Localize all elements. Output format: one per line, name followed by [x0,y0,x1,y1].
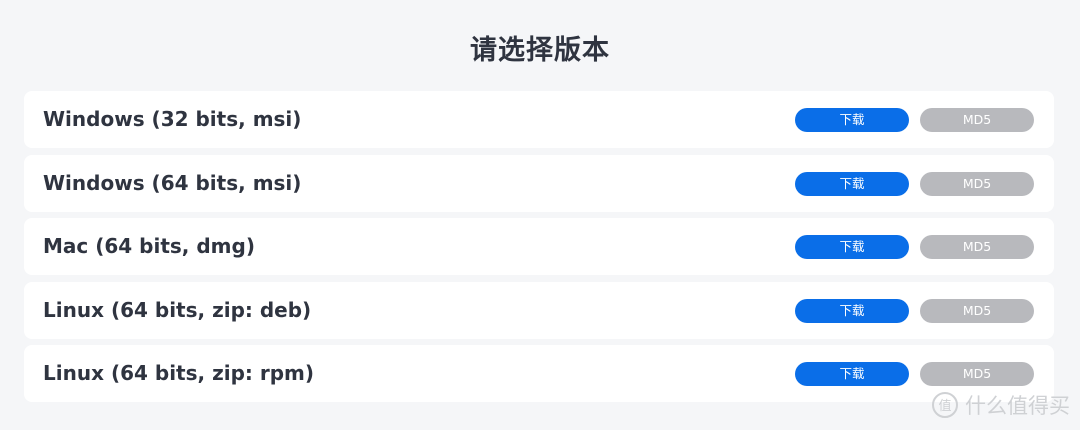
version-list: Windows (32 bits, msi) 下载 MD5 Windows (6… [24,91,1054,409]
version-row-linux-deb: Linux (64 bits, zip: deb) 下载 MD5 [24,281,1054,339]
version-label: Windows (32 bits, msi) [43,107,302,131]
md5-button[interactable]: MD5 [920,171,1034,196]
md5-button[interactable]: MD5 [920,298,1034,323]
download-button[interactable]: 下载 [795,362,909,386]
download-button[interactable]: 下载 [795,171,909,196]
version-row-windows-32: Windows (32 bits, msi) 下载 MD5 [24,91,1054,148]
download-button[interactable]: 下载 [795,108,909,132]
version-label: Linux (64 bits, zip: rpm) [43,361,315,385]
version-select-page: 请选择版本 Windows (32 bits, msi) 下载 MD5 Wind… [0,0,1080,430]
version-row-linux-rpm: Linux (64 bits, zip: rpm) 下载 MD5 [24,345,1054,402]
watermark: 值 什么值得买 [931,390,1070,420]
page-title: 请选择版本 [470,35,610,66]
version-label: Linux (64 bits, zip: deb) [43,297,312,322]
version-row-mac-64: Mac (64 bits, dmg) 下载 MD5 [24,218,1054,275]
md5-button[interactable]: MD5 [920,108,1034,132]
svg-text:值: 值 [938,398,951,414]
version-row-windows-64: Windows (64 bits, msi) 下载 MD5 [24,154,1054,212]
watermark-text: 什么值得买 [965,394,1070,418]
version-label: Windows (64 bits, msi) [43,170,302,195]
md5-button[interactable]: MD5 [920,235,1034,259]
download-button[interactable]: 下载 [795,235,909,259]
md5-button[interactable]: MD5 [920,362,1034,386]
smzdm-logo-icon: 值 [932,392,958,418]
version-label: Mac (64 bits, dmg) [43,234,255,258]
download-button[interactable]: 下载 [795,298,909,323]
